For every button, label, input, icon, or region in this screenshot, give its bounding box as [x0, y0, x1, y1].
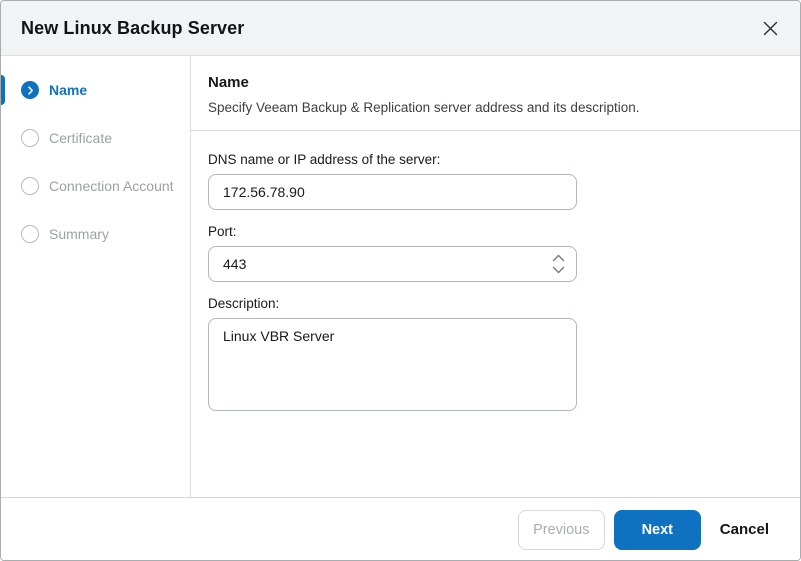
step-label: Name — [49, 82, 87, 98]
server-details-form: DNS name or IP address of the server: Po… — [191, 131, 800, 411]
close-button[interactable] — [756, 14, 784, 42]
step-label: Connection Account — [49, 178, 174, 194]
chevron-down-icon — [552, 266, 565, 274]
dns-input[interactable] — [208, 174, 577, 210]
cancel-button[interactable]: Cancel — [720, 521, 769, 538]
chevron-up-icon — [552, 254, 565, 262]
dialog-body: Name Certificate Connection Account Summ… — [1, 56, 800, 497]
step-name[interactable]: Name — [1, 66, 190, 114]
dialog-footer: Previous Next Cancel — [1, 497, 800, 561]
spin-down-button[interactable] — [551, 266, 565, 275]
dialog-title: New Linux Backup Server — [21, 18, 756, 39]
step-certificate[interactable]: Certificate — [1, 114, 190, 162]
step-content-area: Name Specify Veeam Backup & Replication … — [191, 56, 800, 497]
spin-up-button[interactable] — [551, 254, 565, 263]
step-label: Summary — [49, 226, 109, 242]
step-connection-account[interactable]: Connection Account — [1, 162, 190, 210]
wizard-steps-sidebar: Name Certificate Connection Account Summ… — [1, 56, 191, 497]
dns-field-group: DNS name or IP address of the server: — [208, 152, 800, 210]
description-field-group: Description: Linux VBR Server — [208, 296, 800, 411]
previous-button[interactable]: Previous — [518, 510, 605, 550]
step-pending-circle-icon — [21, 129, 39, 147]
port-input[interactable] — [209, 247, 551, 281]
description-textarea[interactable]: Linux VBR Server — [208, 318, 577, 411]
step-label: Certificate — [49, 130, 112, 146]
dialog-titlebar: New Linux Backup Server — [1, 1, 800, 56]
step-heading: Name — [208, 74, 780, 91]
active-step-indicator — [1, 75, 5, 105]
step-pending-circle-icon — [21, 177, 39, 195]
port-spinner — [551, 254, 565, 275]
step-content-header: Name Specify Veeam Backup & Replication … — [191, 56, 800, 115]
step-active-circle-icon — [21, 81, 39, 99]
description-field-label: Description: — [208, 296, 800, 311]
port-field-label: Port: — [208, 224, 800, 239]
step-pending-circle-icon — [21, 225, 39, 243]
close-icon — [763, 21, 778, 36]
port-field-group: Port: — [208, 224, 800, 282]
port-input-wrap — [208, 246, 577, 282]
new-linux-backup-server-dialog: New Linux Backup Server Name Certificate — [0, 0, 801, 561]
dns-field-label: DNS name or IP address of the server: — [208, 152, 800, 167]
step-summary[interactable]: Summary — [1, 210, 190, 258]
next-button[interactable]: Next — [614, 510, 701, 550]
step-subtitle: Specify Veeam Backup & Replication serve… — [208, 100, 780, 115]
